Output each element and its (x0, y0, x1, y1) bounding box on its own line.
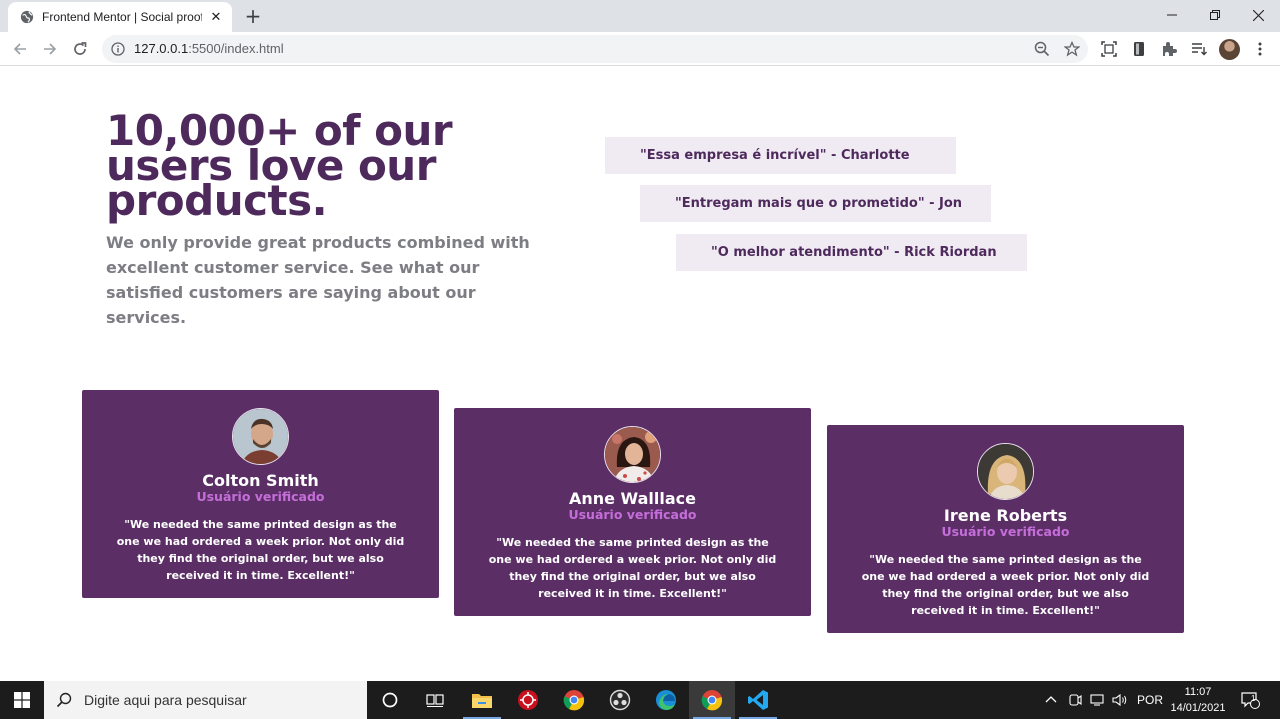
task-view-icon (426, 694, 444, 707)
address-bar[interactable]: 127.0.0.1:5500/index.html (102, 35, 1088, 63)
windows-taskbar: Digite aqui para pesquisar POR 11:07 14/… (0, 681, 1280, 719)
minimize-icon (1167, 14, 1177, 16)
chrome-app[interactable] (551, 681, 597, 719)
info-icon[interactable] (111, 42, 125, 56)
edge-icon (656, 690, 676, 710)
notification-center-button[interactable]: 1 (1240, 681, 1260, 719)
close-window-button[interactable] (1236, 0, 1280, 30)
url-path: :5500/index.html (188, 41, 284, 56)
arrow-left-icon (13, 43, 26, 55)
close-tab-icon[interactable]: ✕ (208, 9, 224, 25)
testimonial-quote: "We needed the same printed design as th… (488, 536, 777, 600)
system-tray: POR (1044, 681, 1163, 719)
minimize-button[interactable] (1150, 0, 1194, 30)
extension-dark-icon[interactable] (1131, 41, 1147, 57)
avatar-woman-image (605, 427, 660, 482)
zoom-icon[interactable] (1034, 41, 1050, 57)
vscode-icon (748, 690, 768, 710)
more-menu-icon[interactable] (1252, 41, 1268, 57)
notification-count: 1 (1251, 694, 1256, 703)
volume-icon[interactable] (1111, 692, 1129, 708)
testimonial-quote: "We needed the same printed design as th… (116, 518, 405, 582)
reading-list-icon[interactable] (1191, 41, 1207, 57)
rating-text: "O melhor atendimento" - Rick Riordan (711, 245, 997, 260)
rating-item: "O melhor atendimento" - Rick Riordan (676, 234, 1027, 271)
close-icon (1252, 9, 1264, 21)
taskbar-search[interactable]: Digite aqui para pesquisar (44, 681, 367, 719)
testimonial-card: Anne Walllace Usuário verificado "We nee… (454, 408, 811, 616)
rating-item: "Entregam mais que o prometido" - Jon (640, 185, 991, 222)
hero-description: We only provide great products combined … (106, 233, 530, 327)
cortana-button[interactable] (367, 681, 413, 719)
cortana-circle-icon (382, 692, 398, 708)
arrow-right-icon (44, 43, 57, 55)
clock-date: 14/01/2021 (1170, 702, 1226, 714)
language-indicator[interactable]: POR (1137, 693, 1163, 707)
chrome-icon (563, 690, 585, 711)
browser-toolbar: 127.0.0.1:5500/index.html (0, 32, 1280, 66)
task-view-button[interactable] (412, 681, 458, 719)
avatar (604, 426, 661, 483)
folder-icon (472, 694, 492, 708)
chrome-icon (701, 690, 723, 711)
avatar-woman-image (978, 444, 1033, 499)
new-tab-button[interactable]: + (243, 6, 263, 26)
windows-logo-icon (14, 692, 30, 708)
url-host: 127.0.0.1 (134, 41, 189, 56)
notification-icon (1241, 692, 1260, 709)
start-button[interactable] (0, 681, 44, 719)
testimonial-card: Irene Roberts Usuário verificado "We nee… (827, 425, 1184, 633)
obs-icon (609, 689, 631, 711)
avatar-man-image (233, 409, 288, 464)
verified-status: Usuário verificado (941, 524, 1070, 539)
puzzle-extensions-icon[interactable] (1161, 41, 1177, 57)
avatar (977, 443, 1034, 500)
reload-icon (74, 42, 87, 55)
rating-text: "Entregam mais que o prometido" - Jon (675, 196, 963, 211)
testimonial-name: Irene Roberts (943, 506, 1068, 525)
hero-title: 10,000+ of our users love our products. (106, 106, 453, 225)
rating-item: "Essa empresa é incrível" - Charlotte (605, 137, 956, 174)
bookmark-star-icon[interactable] (1064, 41, 1080, 57)
testimonial-name: Colton Smith (202, 471, 319, 490)
globe-icon (20, 10, 34, 24)
search-icon (56, 692, 72, 708)
chrome-app-active[interactable] (689, 681, 735, 719)
url-text: 127.0.0.1:5500/index.html (134, 41, 284, 56)
edge-app[interactable] (643, 681, 689, 719)
forward-button[interactable] (38, 37, 62, 61)
file-explorer-app[interactable] (459, 681, 505, 719)
screenshot-icon[interactable] (1101, 41, 1117, 57)
testimonial-card: Colton Smith Usuário verificado "We need… (82, 390, 439, 598)
tab-title: Frontend Mentor | Social proof section (42, 10, 202, 24)
profile-avatar[interactable] (1219, 39, 1240, 60)
testimonial-quote: "We needed the same printed design as th… (861, 553, 1150, 617)
red-app-icon (518, 690, 538, 710)
app-red-icon-button[interactable] (505, 681, 551, 719)
restore-button[interactable] (1193, 0, 1237, 30)
network-icon[interactable] (1089, 692, 1107, 708)
avatar (232, 408, 289, 465)
browser-tab[interactable]: Frontend Mentor | Social proof section ✕ (8, 2, 232, 32)
search-placeholder: Digite aqui para pesquisar (84, 692, 247, 708)
clock[interactable]: 11:07 14/01/2021 (1165, 684, 1231, 716)
vscode-app[interactable] (735, 681, 781, 719)
chevron-up-icon[interactable] (1044, 693, 1058, 707)
verified-status: Usuário verificado (196, 489, 325, 504)
back-button[interactable] (8, 37, 32, 61)
rating-text: "Essa empresa é incrível" - Charlotte (640, 148, 910, 163)
reload-button[interactable] (68, 37, 92, 61)
page-content: 10,000+ of our users love our products. … (0, 67, 1280, 681)
clock-time: 11:07 (1184, 686, 1212, 698)
verified-status: Usuário verificado (568, 507, 697, 522)
browser-tab-bar: Frontend Mentor | Social proof section ✕… (0, 0, 1280, 32)
testimonial-name: Anne Walllace (568, 489, 697, 508)
meet-now-icon[interactable] (1067, 692, 1083, 708)
restore-icon (1210, 10, 1220, 20)
obs-app[interactable] (597, 681, 643, 719)
